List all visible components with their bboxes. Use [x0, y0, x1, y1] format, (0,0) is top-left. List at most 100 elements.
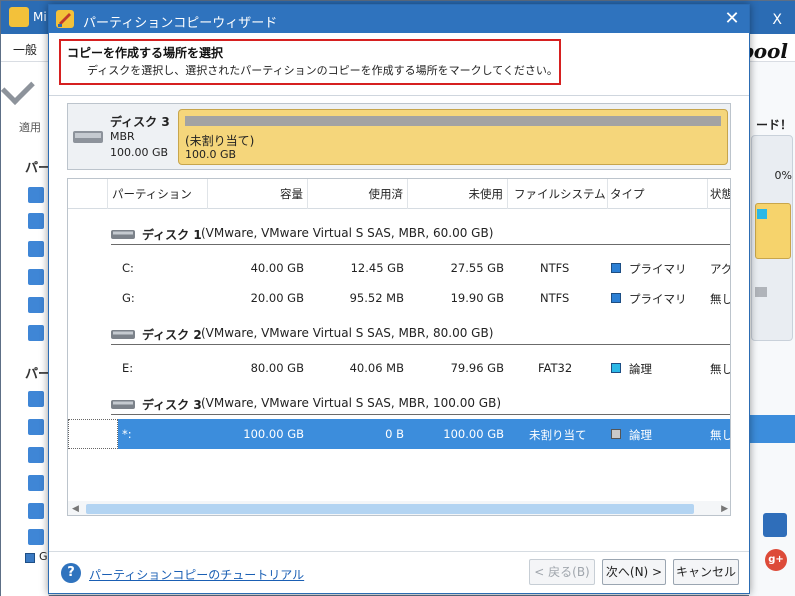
sidebar-tool-icon[interactable] [28, 213, 44, 229]
disk-map-name: ディスク 3 [110, 115, 170, 129]
legend-swatch [25, 553, 35, 563]
help-icon[interactable]: ? [61, 563, 81, 583]
right-panel-grey-swatch [755, 287, 767, 297]
sidebar-tool-icon[interactable] [28, 187, 44, 203]
disk-divider [111, 344, 730, 345]
type-swatch [611, 263, 621, 273]
table-row[interactable]: C: 40.00 GB 12.45 GB 27.55 GB NTFS プライマリ… [68, 253, 731, 283]
scrollbar-thumb[interactable] [86, 504, 694, 514]
sidebar-tool-icon[interactable] [28, 325, 44, 341]
step-header: コピーを作成する場所を選択 ディスクを選択し、選択されたパーティションのコピーを… [59, 39, 561, 85]
selection-focus-cell [68, 419, 118, 449]
sidebar-tool-icon[interactable] [28, 447, 44, 463]
disk-row[interactable]: ディスク 3 (VMware, VMware Virtual S SAS, MB… [68, 387, 730, 417]
legend-label: G [39, 550, 48, 563]
cell-unused: 79.96 GB [450, 361, 504, 375]
google-plus-icon[interactable]: g+ [765, 549, 787, 571]
sidebar-tool-icon[interactable] [28, 529, 44, 545]
disk-row[interactable]: ディスク 1 (VMware, VMware Virtual S SAS, MB… [68, 217, 730, 247]
cell-unused: 27.55 GB [450, 261, 504, 275]
column-header-partition[interactable]: パーティション [108, 179, 208, 209]
cell-status: アク [710, 262, 731, 276]
partition-copy-wizard-dialog: パーティションコピーウィザード ✕ コピーを作成する場所を選択 ディスクを選択し… [48, 4, 750, 594]
column-header-capacity[interactable]: 容量 [208, 179, 308, 209]
sidebar-tool-icon[interactable] [28, 241, 44, 257]
cell-capacity: 80.00 GB [250, 361, 304, 375]
cell-type: プライマリ [629, 292, 687, 306]
cell-status: 無し [710, 428, 731, 442]
type-swatch [611, 429, 621, 439]
step-subtitle: ディスクを選択し、選択されたパーティションのコピーを作成する場所をマークしてくだ… [87, 64, 558, 77]
cell-partition: E: [122, 361, 134, 375]
table-row[interactable]: G: 20.00 GB 95.52 MB 19.90 GB NTFS プライマリ… [68, 283, 731, 313]
close-icon[interactable]: ✕ [721, 8, 743, 30]
disk-name: ディスク 2 [142, 328, 202, 342]
cell-unused: 19.90 GB [450, 291, 504, 305]
column-header-unused[interactable]: 未使用 [408, 179, 508, 209]
header-divider [49, 95, 749, 96]
dialog-title: パーティションコピーウィザード [83, 16, 278, 31]
table-header: パーティション 容量 使用済 未使用 ファイルシステム タイプ 状態 [68, 179, 730, 209]
cell-capacity: 100.00 GB [243, 427, 304, 441]
sidebar-tool-icon[interactable] [28, 297, 44, 313]
scroll-right-icon[interactable]: ▶ [721, 504, 728, 514]
hard-disk-icon [111, 230, 135, 239]
sidebar-tool-icon[interactable] [28, 419, 44, 435]
right-panel-blue-swatch [757, 209, 767, 219]
column-header-used[interactable]: 使用済 [308, 179, 408, 209]
header-spacer [68, 179, 108, 209]
back-button[interactable]: < 戻る(B) [529, 559, 595, 585]
sidebar-tool-icon[interactable] [28, 475, 44, 491]
cell-used: 0 B [385, 427, 404, 441]
cell-type: 論理 [629, 428, 652, 442]
cell-unused: 100.00 GB [443, 427, 504, 441]
column-header-filesystem[interactable]: ファイルシステム [508, 179, 608, 209]
next-button[interactable]: 次へ(N) > [602, 559, 666, 585]
column-header-type[interactable]: タイプ [608, 179, 708, 209]
cell-used: 95.52 MB [349, 291, 404, 305]
cancel-button[interactable]: キャンセル [673, 559, 739, 585]
cell-type: プライマリ [629, 262, 687, 276]
cell-filesystem: NTFS [540, 261, 570, 275]
disk-divider [111, 244, 730, 245]
type-swatch [611, 363, 621, 373]
disk-row[interactable]: ディスク 2 (VMware, VMware Virtual S SAS, MB… [68, 317, 730, 347]
hard-disk-icon [111, 330, 135, 339]
app-logo-icon [9, 7, 29, 27]
horizontal-scrollbar[interactable]: ◀ ▶ [68, 501, 730, 515]
cell-status: 無し [710, 292, 731, 306]
cell-used: 40.06 MB [349, 361, 404, 375]
table-row-selected[interactable]: *: 100.00 GB 0 B 100.00 GB 未割り当て 論理 無し [118, 419, 731, 449]
menu-general[interactable]: 一般 [13, 41, 37, 58]
sidebar-tool-icon[interactable] [28, 269, 44, 285]
cell-partition: G: [122, 291, 135, 305]
unallocated-partition-block[interactable]: (未割り当て) 100.0 GB [178, 109, 728, 165]
partition-table[interactable]: パーティション 容量 使用済 未使用 ファイルシステム タイプ 状態 ディスク … [67, 178, 731, 516]
cell-status: 無し [710, 362, 731, 376]
cell-filesystem: FAT32 [538, 361, 573, 375]
facebook-icon[interactable] [763, 513, 787, 537]
step-title: コピーを作成する場所を選択 [67, 46, 224, 60]
column-header-status[interactable]: 状態 [708, 179, 730, 209]
disk-map[interactable]: ディスク 3 MBR 100.00 GB (未割り当て) 100.0 GB [67, 103, 731, 170]
partition-block-size: 100.0 GB [185, 148, 237, 161]
apply-label[interactable]: 適用 [19, 119, 41, 135]
tutorial-link[interactable]: パーティションコピーのチュートリアル [89, 566, 304, 583]
right-panel-percent: 0% [774, 169, 792, 182]
cell-partition: *: [122, 427, 132, 441]
disk-info: (VMware, VMware Virtual S SAS, MBR, 100.… [201, 396, 502, 410]
footer-divider [49, 551, 749, 552]
cell-filesystem: 未割り当て [529, 428, 587, 442]
scroll-left-icon[interactable]: ◀ [72, 504, 79, 514]
table-row[interactable]: E: 80.00 GB 40.06 MB 79.96 GB FAT32 論理 無… [68, 353, 731, 383]
cell-capacity: 20.00 GB [250, 291, 304, 305]
background-title: Mi [33, 10, 47, 24]
right-panel-selection [749, 415, 795, 443]
disk-info: (VMware, VMware Virtual S SAS, MBR, 60.0… [201, 226, 494, 240]
sidebar-tool-icon[interactable] [28, 391, 44, 407]
disk-map-type: MBR [110, 130, 135, 143]
disk-map-size: 100.00 GB [110, 146, 169, 159]
wizard-icon [56, 10, 74, 28]
cell-partition: C: [122, 261, 134, 275]
sidebar-tool-icon[interactable] [28, 503, 44, 519]
